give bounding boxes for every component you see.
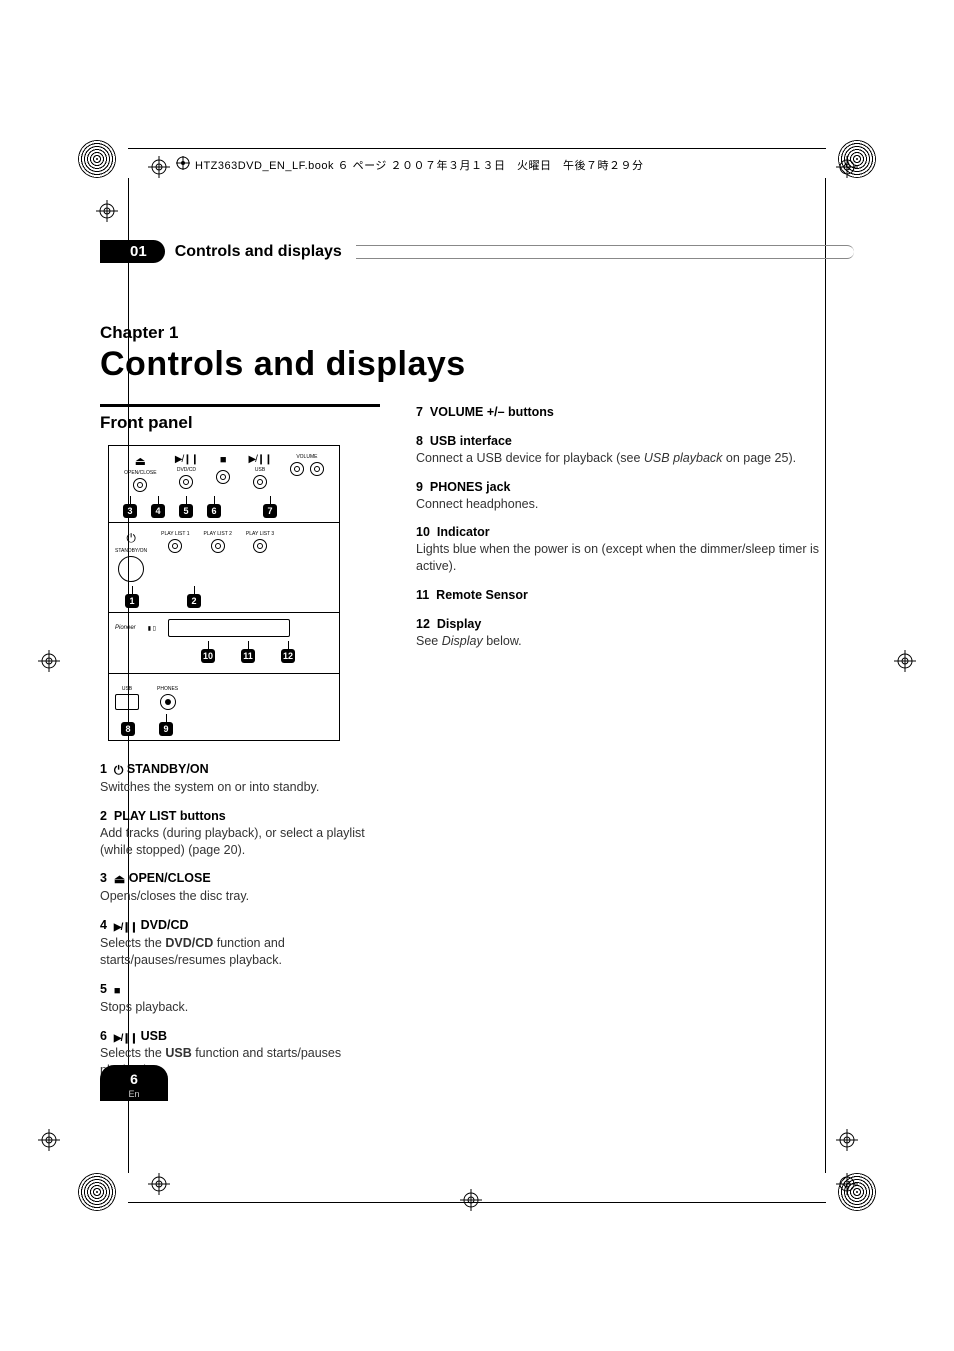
power-icon (114, 762, 124, 779)
content-area: 01 Controls and displays Chapter 1 Contr… (100, 240, 854, 1091)
two-column-layout: Front panel OPEN/CLOSE DVD/CD USB VOLUME… (100, 404, 854, 1091)
right-column: 7 VOLUME +/– buttons 8 USB interface Con… (416, 404, 854, 1091)
item-12: 12 Display See Display below. (416, 616, 854, 650)
registration-mark-icon (148, 1173, 170, 1195)
chapter-title: Controls and displays (100, 345, 854, 384)
item-8: 8 USB interface Connect a USB device for… (416, 433, 854, 467)
corner-radial-icon (78, 140, 116, 178)
left-column: Front panel OPEN/CLOSE DVD/CD USB VOLUME… (100, 404, 380, 1091)
page-number: 6 (130, 1071, 138, 1087)
chapter-bar-title: Controls and displays (175, 243, 342, 261)
item-7: 7 VOLUME +/– buttons (416, 404, 854, 421)
crop-line (128, 148, 826, 149)
page-number-pill: 6 En (100, 1065, 168, 1101)
play-pause-icon (175, 454, 198, 465)
item-4: 4 DVD/CD Selects the DVD/CD function and… (100, 917, 380, 969)
chapter-header-bar: 01 Controls and displays (100, 240, 854, 263)
item-10: 10 Indicator Lights blue when the power … (416, 524, 854, 575)
page-language: En (100, 1089, 168, 1099)
eject-icon (135, 454, 146, 468)
book-icon (175, 155, 191, 174)
eject-icon (114, 871, 125, 888)
item-5: 5 Stops playback. (100, 981, 380, 1016)
power-icon (126, 531, 136, 546)
registration-mark-icon (836, 1173, 858, 1195)
chapter-number-pill: 01 (100, 240, 165, 263)
registration-mark-icon (38, 1129, 60, 1151)
registration-mark-icon (96, 200, 118, 222)
front-panel-diagram: OPEN/CLOSE DVD/CD USB VOLUME 3 4 5 6 7 (108, 445, 340, 741)
item-9: 9 PHONES jack Connect headphones. (416, 479, 854, 513)
registration-mark-icon (894, 650, 916, 672)
display-slot (168, 619, 290, 637)
registration-mark-icon (836, 156, 858, 178)
chapter-label: Chapter 1 (100, 323, 854, 343)
play-pause-icon (114, 1029, 137, 1046)
print-metadata-line: HTZ363DVD_EN_LF.book ６ ページ ２００７年３月１３日 火曜… (175, 155, 643, 174)
stop-icon (220, 454, 227, 466)
stop-icon (114, 982, 121, 999)
page: HTZ363DVD_EN_LF.book ６ ページ ２００７年３月１３日 火曜… (0, 0, 954, 1351)
play-pause-icon (248, 454, 271, 465)
play-pause-icon (114, 918, 137, 935)
print-metadata-text: HTZ363DVD_EN_LF.book ６ ページ ２００７年３月１３日 火曜… (195, 157, 643, 173)
registration-mark-icon (836, 1129, 858, 1151)
item-2: 2 PLAY LIST buttons Add tracks (during p… (100, 808, 380, 859)
chapter-bar-divider (356, 245, 854, 259)
item-11: 11 Remote Sensor (416, 587, 854, 604)
item-1: 1 STANDBY/ON Switches the system on or i… (100, 761, 380, 796)
item-3: 3 OPEN/CLOSE Opens/closes the disc tray. (100, 870, 380, 905)
corner-radial-icon (78, 1173, 116, 1211)
registration-mark-icon (38, 650, 60, 672)
section-heading-front-panel: Front panel (100, 404, 380, 433)
registration-mark-icon (460, 1189, 482, 1211)
registration-mark-icon (148, 156, 170, 178)
